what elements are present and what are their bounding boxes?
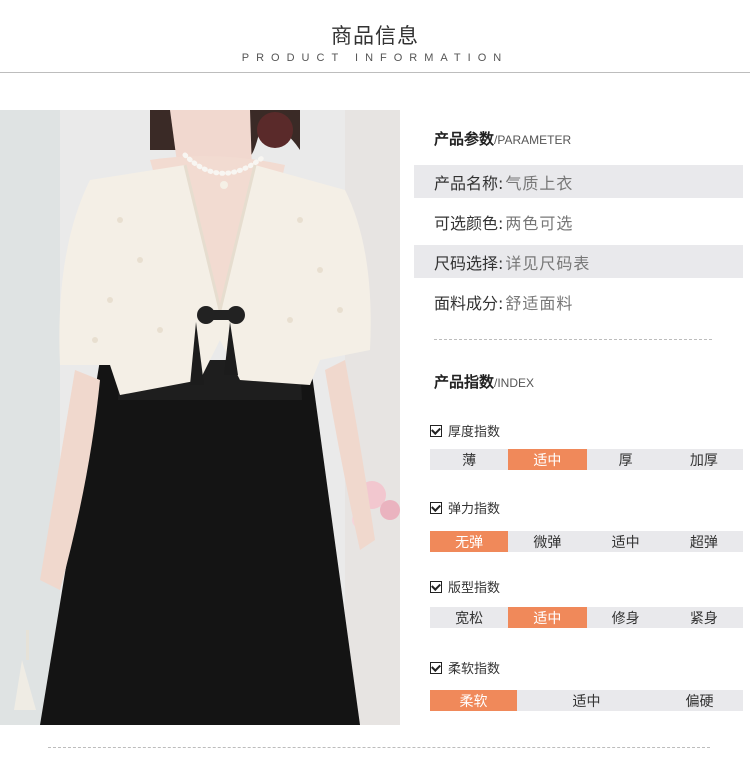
param-label: 产品名称: <box>434 173 504 193</box>
index-name: 版型指数 <box>448 581 501 596</box>
softness-index-bar: 柔软 适中 偏硬 <box>430 690 743 711</box>
softness-index-heading: 柔软指数 <box>430 658 500 677</box>
index-title-en: /INDEX <box>494 376 535 390</box>
index-option: 宽松 <box>455 610 484 627</box>
parameter-title-cn: 产品参数 <box>434 130 495 148</box>
index-option: 适中 <box>572 693 601 710</box>
checkbox-icon <box>430 501 442 514</box>
index-option: 偏硬 <box>685 693 714 710</box>
index-option: 紧身 <box>689 610 718 627</box>
index-option: 加厚 <box>689 452 718 469</box>
thickness-index-heading: 厚度指数 <box>430 421 500 440</box>
checkbox-icon <box>430 661 442 674</box>
index-option: 厚 <box>618 452 633 469</box>
index-option-selected: 适中 <box>508 607 587 628</box>
param-value: 舒适面料 <box>505 293 574 313</box>
param-row-fabric: 面料成分: 舒适面料 <box>414 285 743 318</box>
index-name: 厚度指数 <box>448 425 501 440</box>
index-name: 柔软指数 <box>448 662 501 677</box>
param-value: 气质上衣 <box>505 173 574 193</box>
index-option: 适中 <box>611 534 640 551</box>
checkbox-icon <box>430 580 442 593</box>
page-subtitle: PRODUCT INFORMATION <box>241 52 509 64</box>
param-row-name: 产品名称: 气质上衣 <box>414 165 743 198</box>
thickness-index-bar: 薄 适中 厚 加厚 <box>430 449 743 470</box>
parameter-title-en: /PARAMETER <box>494 133 572 147</box>
elasticity-index-heading: 弹力指数 <box>430 498 500 517</box>
fit-index-bar: 宽松 适中 修身 紧身 <box>430 607 743 628</box>
param-label: 可选颜色: <box>434 213 504 233</box>
index-title-cn: 产品指数 <box>434 373 495 391</box>
index-option: 修身 <box>611 610 640 627</box>
fit-index-heading: 版型指数 <box>430 577 500 596</box>
checkbox-icon <box>430 424 442 437</box>
index-option: 超弹 <box>689 534 718 551</box>
param-label: 面料成分: <box>434 293 504 313</box>
index-option: 微弹 <box>533 534 562 551</box>
product-photo <box>0 110 400 725</box>
section-divider <box>434 339 712 340</box>
index-option-selected: 无弹 <box>430 531 509 552</box>
param-row-size: 尺码选择: 详见尺码表 <box>414 245 743 278</box>
elasticity-index-bar: 无弹 微弹 适中 超弹 <box>430 531 743 552</box>
param-row-color: 可选颜色: 两色可选 <box>414 205 743 238</box>
header-divider <box>0 72 750 73</box>
footer-divider <box>48 747 710 748</box>
parameter-section-title: 产品参数/PARAMETER <box>434 128 571 149</box>
param-value: 详见尺码表 <box>505 253 591 273</box>
param-value: 两色可选 <box>505 213 574 233</box>
page-title: 商品信息 <box>331 24 419 48</box>
index-option-selected: 适中 <box>508 449 587 470</box>
index-section-title: 产品指数/INDEX <box>434 371 534 392</box>
index-option: 薄 <box>462 452 477 469</box>
param-label: 尺码选择: <box>434 253 504 273</box>
index-name: 弹力指数 <box>448 502 501 517</box>
index-option-selected: 柔软 <box>430 690 517 711</box>
